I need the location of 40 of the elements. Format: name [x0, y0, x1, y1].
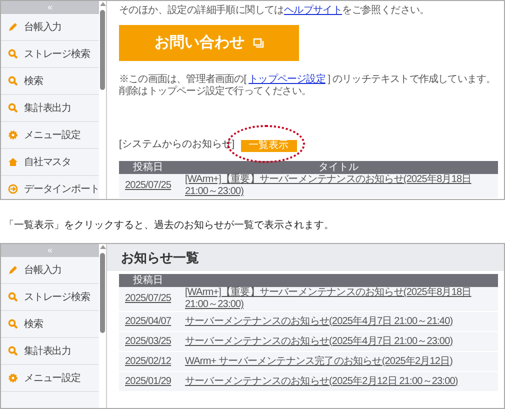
date-link[interactable]: 2025/02/12: [119, 356, 179, 368]
column-header: 投稿日: [132, 274, 164, 287]
gear-icon: [8, 130, 18, 140]
home-icon: [8, 157, 18, 167]
column-header: タイトル: [318, 161, 360, 174]
search-icon: [8, 346, 18, 356]
date-link[interactable]: 2025/03/25: [119, 336, 179, 348]
notice-link[interactable]: サーバーメンテナンスのお知らせ(2025年4月7日 21:00～23:00): [179, 336, 498, 348]
date-link[interactable]: 2025/07/25: [119, 180, 179, 192]
scrollbar[interactable]: [99, 244, 107, 408]
search-icon: [8, 49, 18, 59]
search-icon: [8, 292, 18, 302]
gear-icon: [8, 373, 18, 383]
search-icon: [8, 103, 18, 113]
column-header: 投稿日: [132, 161, 164, 174]
scroll-thumb[interactable]: [100, 10, 105, 90]
notice-link[interactable]: [WArm+]【重要】サーバーメンテナンスのお知らせ(2025年8月18日 21:00～23:00): [179, 174, 498, 198]
date-link[interactable]: 2025/01/29: [119, 376, 179, 388]
notice-link[interactable]: [WArm+]【重要】サーバーメンテナンスのお知らせ(2025年8月18日 21:00～23:00): [179, 287, 498, 311]
window-icon: [252, 38, 264, 48]
notice-link[interactable]: サーバーメンテナンスのお知らせ(2025年2月12日 21:00～23:00): [179, 376, 498, 388]
scrollbar[interactable]: [99, 1, 107, 199]
notice-link[interactable]: サーバーメンテナンスのお知らせ(2025年4月7日 21:00～21:40): [179, 316, 498, 328]
notice-link[interactable]: WArm+ サーバーメンテナンス完了のお知らせ(2025年2月12日): [179, 356, 498, 368]
search-icon: [8, 319, 18, 329]
help-text: そのほか、設定の詳細手順に関してはヘルプサイト をご参照ください。: [119, 5, 430, 17]
page-title: お知らせ一覧: [121, 248, 199, 267]
date-link[interactable]: 2025/04/07: [119, 316, 179, 328]
search-icon: [8, 76, 18, 86]
scroll-thumb[interactable]: [100, 253, 105, 333]
link[interactable]: ヘルプサイト: [284, 5, 342, 16]
pencil-icon: [8, 265, 18, 275]
note-text: 削除はトップページ設定で行ってください。: [119, 86, 312, 98]
scroll-up-icon: [100, 2, 106, 6]
import-icon: [8, 184, 18, 194]
note-text: ※この画面は、管理者画面の[ トップページ設定 ] のリッチテキストで作成しています。: [119, 74, 497, 86]
date-link[interactable]: 2025/07/25: [119, 293, 179, 305]
pencil-icon: [8, 22, 18, 32]
caption-text: 「一覧表示」をクリックすると、過去のお知らせが一覧で表示されます。: [4, 218, 334, 233]
link[interactable]: トップページ設定: [248, 74, 326, 85]
